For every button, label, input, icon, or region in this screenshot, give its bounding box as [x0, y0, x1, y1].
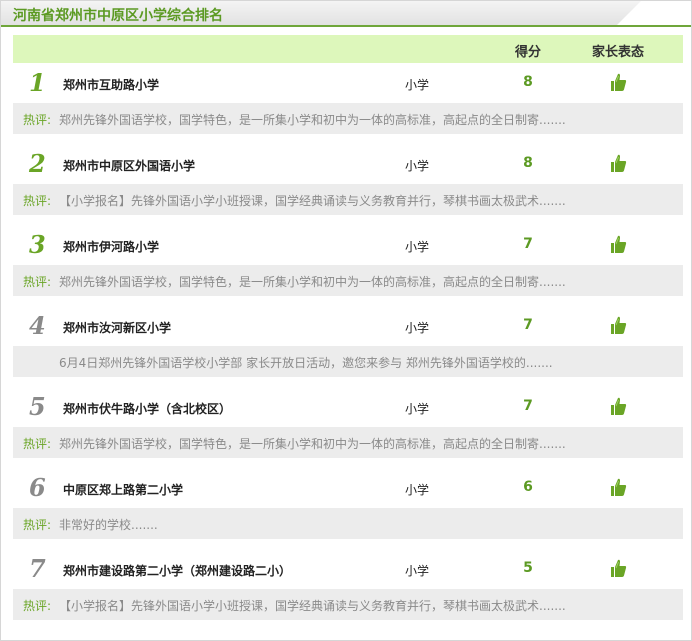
- school-entry: 6 中原区郑上路第二小学 小学 6: [13, 469, 683, 507]
- hot-comment-label: 热评:: [23, 518, 52, 532]
- page-title: 河南省郑州市中原区小学综合排名: [13, 8, 223, 24]
- ranking-row: 5 郑州市伏牛路小学（含北校区） 小学 7 热评: 郑州先锋外国语学校，国学特色…: [13, 388, 683, 469]
- hot-comment-link[interactable]: 郑州先锋外国语学校，国学特色，是一所集小学和初中为一体的高标准，高起点的全日制寄…: [59, 111, 566, 128]
- school-entry: 1 郑州市互助路小学 小学 8: [13, 64, 683, 102]
- school-name-link[interactable]: 郑州市中原区外国语小学: [63, 157, 195, 174]
- school-type: 小学: [405, 483, 430, 497]
- school-type: 小学: [405, 321, 430, 335]
- hot-comment-link[interactable]: 【小学报名】先锋外国语小学小班授课，国学经典诵读与义务教育并行，琴棋书画太极武术…: [59, 597, 566, 614]
- hot-comment-label: 热评:: [23, 599, 52, 613]
- rank-number: 5: [29, 392, 46, 421]
- hot-comment: 热评: 郑州先锋外国语学校，国学特色，是一所集小学和初中为一体的高标准，高起点的…: [13, 103, 683, 134]
- school-type: 小学: [405, 78, 430, 92]
- column-header-bar: 得分 家长表态: [13, 35, 683, 63]
- school-name-link[interactable]: 郑州市伊河路小学: [63, 238, 159, 255]
- school-name-link[interactable]: 郑州市伏牛路小学（含北校区）: [63, 400, 231, 417]
- hot-comment: 热评: 【小学报名】先锋外国语小学小班授课，国学经典诵读与义务教育并行，琴棋书画…: [13, 589, 683, 620]
- thumbs-up-icon[interactable]: [609, 234, 627, 254]
- rank-number: 1: [29, 68, 46, 97]
- school-entry: 3 郑州市伊河路小学 小学 7: [13, 226, 683, 264]
- hot-comment-link[interactable]: 郑州先锋外国语学校，国学特色，是一所集小学和初中为一体的高标准，高起点的全日制寄…: [59, 273, 566, 290]
- school-entry: 5 郑州市伏牛路小学（含北校区） 小学 7: [13, 388, 683, 426]
- school-type: 小学: [405, 402, 430, 416]
- hot-comment: 热评: 郑州先锋外国语学校，国学特色，是一所集小学和初中为一体的高标准，高起点的…: [13, 265, 683, 296]
- hot-comment-link[interactable]: 6月4日郑州先锋外国语学校小学部 家长开放日活动，邀您来参与 郑州先锋外国语学校…: [59, 354, 553, 371]
- hot-comment-link[interactable]: 【小学报名】先锋外国语小学小班授课，国学经典诵读与义务教育并行，琴棋书画太极武术…: [59, 192, 566, 209]
- rank-number: 3: [29, 230, 46, 259]
- ranking-row: 1 郑州市互助路小学 小学 8 热评: 郑州先锋外国语学校，国学特色，是一所集小…: [13, 64, 683, 145]
- school-name-link[interactable]: 郑州市建设路第二小学（郑州建设路二小）: [63, 562, 291, 579]
- panel-header: 河南省郑州市中原区小学综合排名: [1, 1, 691, 27]
- column-parent-attitude: 家长表态: [591, 45, 644, 60]
- school-type: 小学: [405, 159, 430, 173]
- rank-number: 4: [29, 311, 46, 340]
- hot-comment-link[interactable]: 郑州先锋外国语学校，国学特色，是一所集小学和初中为一体的高标准，高起点的全日制寄…: [59, 435, 566, 452]
- ranking-row: 2 郑州市中原区外国语小学 小学 8 热评: 【小学报名】先锋外国语小学小班授课…: [13, 145, 683, 226]
- hot-comment: 6月4日郑州先锋外国语学校小学部 家长开放日活动，邀您来参与 郑州先锋外国语学校…: [13, 346, 683, 377]
- school-name-link[interactable]: 郑州市互助路小学: [63, 76, 159, 93]
- school-score: 5: [523, 560, 533, 576]
- ranking-row: 7 郑州市建设路第二小学（郑州建设路二小） 小学 5 热评: 【小学报名】先锋外…: [13, 550, 683, 631]
- thumbs-up-icon[interactable]: [609, 153, 627, 173]
- thumbs-up-icon[interactable]: [609, 558, 627, 578]
- hot-comment: 热评: 非常好的学校.......: [13, 508, 683, 539]
- school-score: 7: [523, 317, 533, 333]
- thumbs-up-icon[interactable]: [609, 477, 627, 497]
- school-score: 8: [523, 155, 533, 171]
- ranking-row: 6 中原区郑上路第二小学 小学 6 热评: 非常好的学校.......: [13, 469, 683, 550]
- rank-number: 6: [29, 473, 46, 502]
- ranking-row: 3 郑州市伊河路小学 小学 7 热评: 郑州先锋外国语学校，国学特色，是一所集小…: [13, 226, 683, 307]
- school-score: 7: [523, 236, 533, 252]
- hot-comment-label: 热评:: [23, 113, 52, 127]
- rank-number: 7: [29, 554, 46, 583]
- school-type: 小学: [405, 240, 430, 254]
- column-score: 得分: [514, 45, 541, 60]
- school-entry: 7 郑州市建设路第二小学（郑州建设路二小） 小学 5: [13, 550, 683, 588]
- hot-comment: 热评: 【小学报名】先锋外国语小学小班授课，国学经典诵读与义务教育并行，琴棋书画…: [13, 184, 683, 215]
- hot-comment-label: 热评:: [23, 437, 52, 451]
- ranking-row: 4 郑州市汝河新区小学 小学 7 6月4日郑州先锋外国语学校小学部 家长开放日活…: [13, 307, 683, 388]
- thumbs-up-icon[interactable]: [609, 396, 627, 416]
- school-entry: 2 郑州市中原区外国语小学 小学 8: [13, 145, 683, 183]
- school-score: 6: [523, 479, 533, 495]
- thumbs-up-icon[interactable]: [609, 315, 627, 335]
- school-entry: 4 郑州市汝河新区小学 小学 7: [13, 307, 683, 345]
- ranking-panel: 河南省郑州市中原区小学综合排名 得分 家长表态 1 郑州市互助路小学 小学 8 …: [0, 0, 692, 641]
- school-score: 8: [523, 74, 533, 90]
- hot-comment: 热评: 郑州先锋外国语学校，国学特色，是一所集小学和初中为一体的高标准，高起点的…: [13, 427, 683, 458]
- school-type: 小学: [405, 564, 430, 578]
- school-name-link[interactable]: 郑州市汝河新区小学: [63, 319, 171, 336]
- header-tab-corner: [617, 1, 641, 25]
- hot-comment-label: 热评:: [23, 194, 52, 208]
- hot-comment-link[interactable]: 非常好的学校.......: [59, 516, 158, 533]
- thumbs-up-icon[interactable]: [609, 72, 627, 92]
- school-score: 7: [523, 398, 533, 414]
- hot-comment-label: 热评:: [23, 275, 52, 289]
- school-name-link[interactable]: 中原区郑上路第二小学: [63, 481, 183, 498]
- rank-number: 2: [29, 149, 46, 178]
